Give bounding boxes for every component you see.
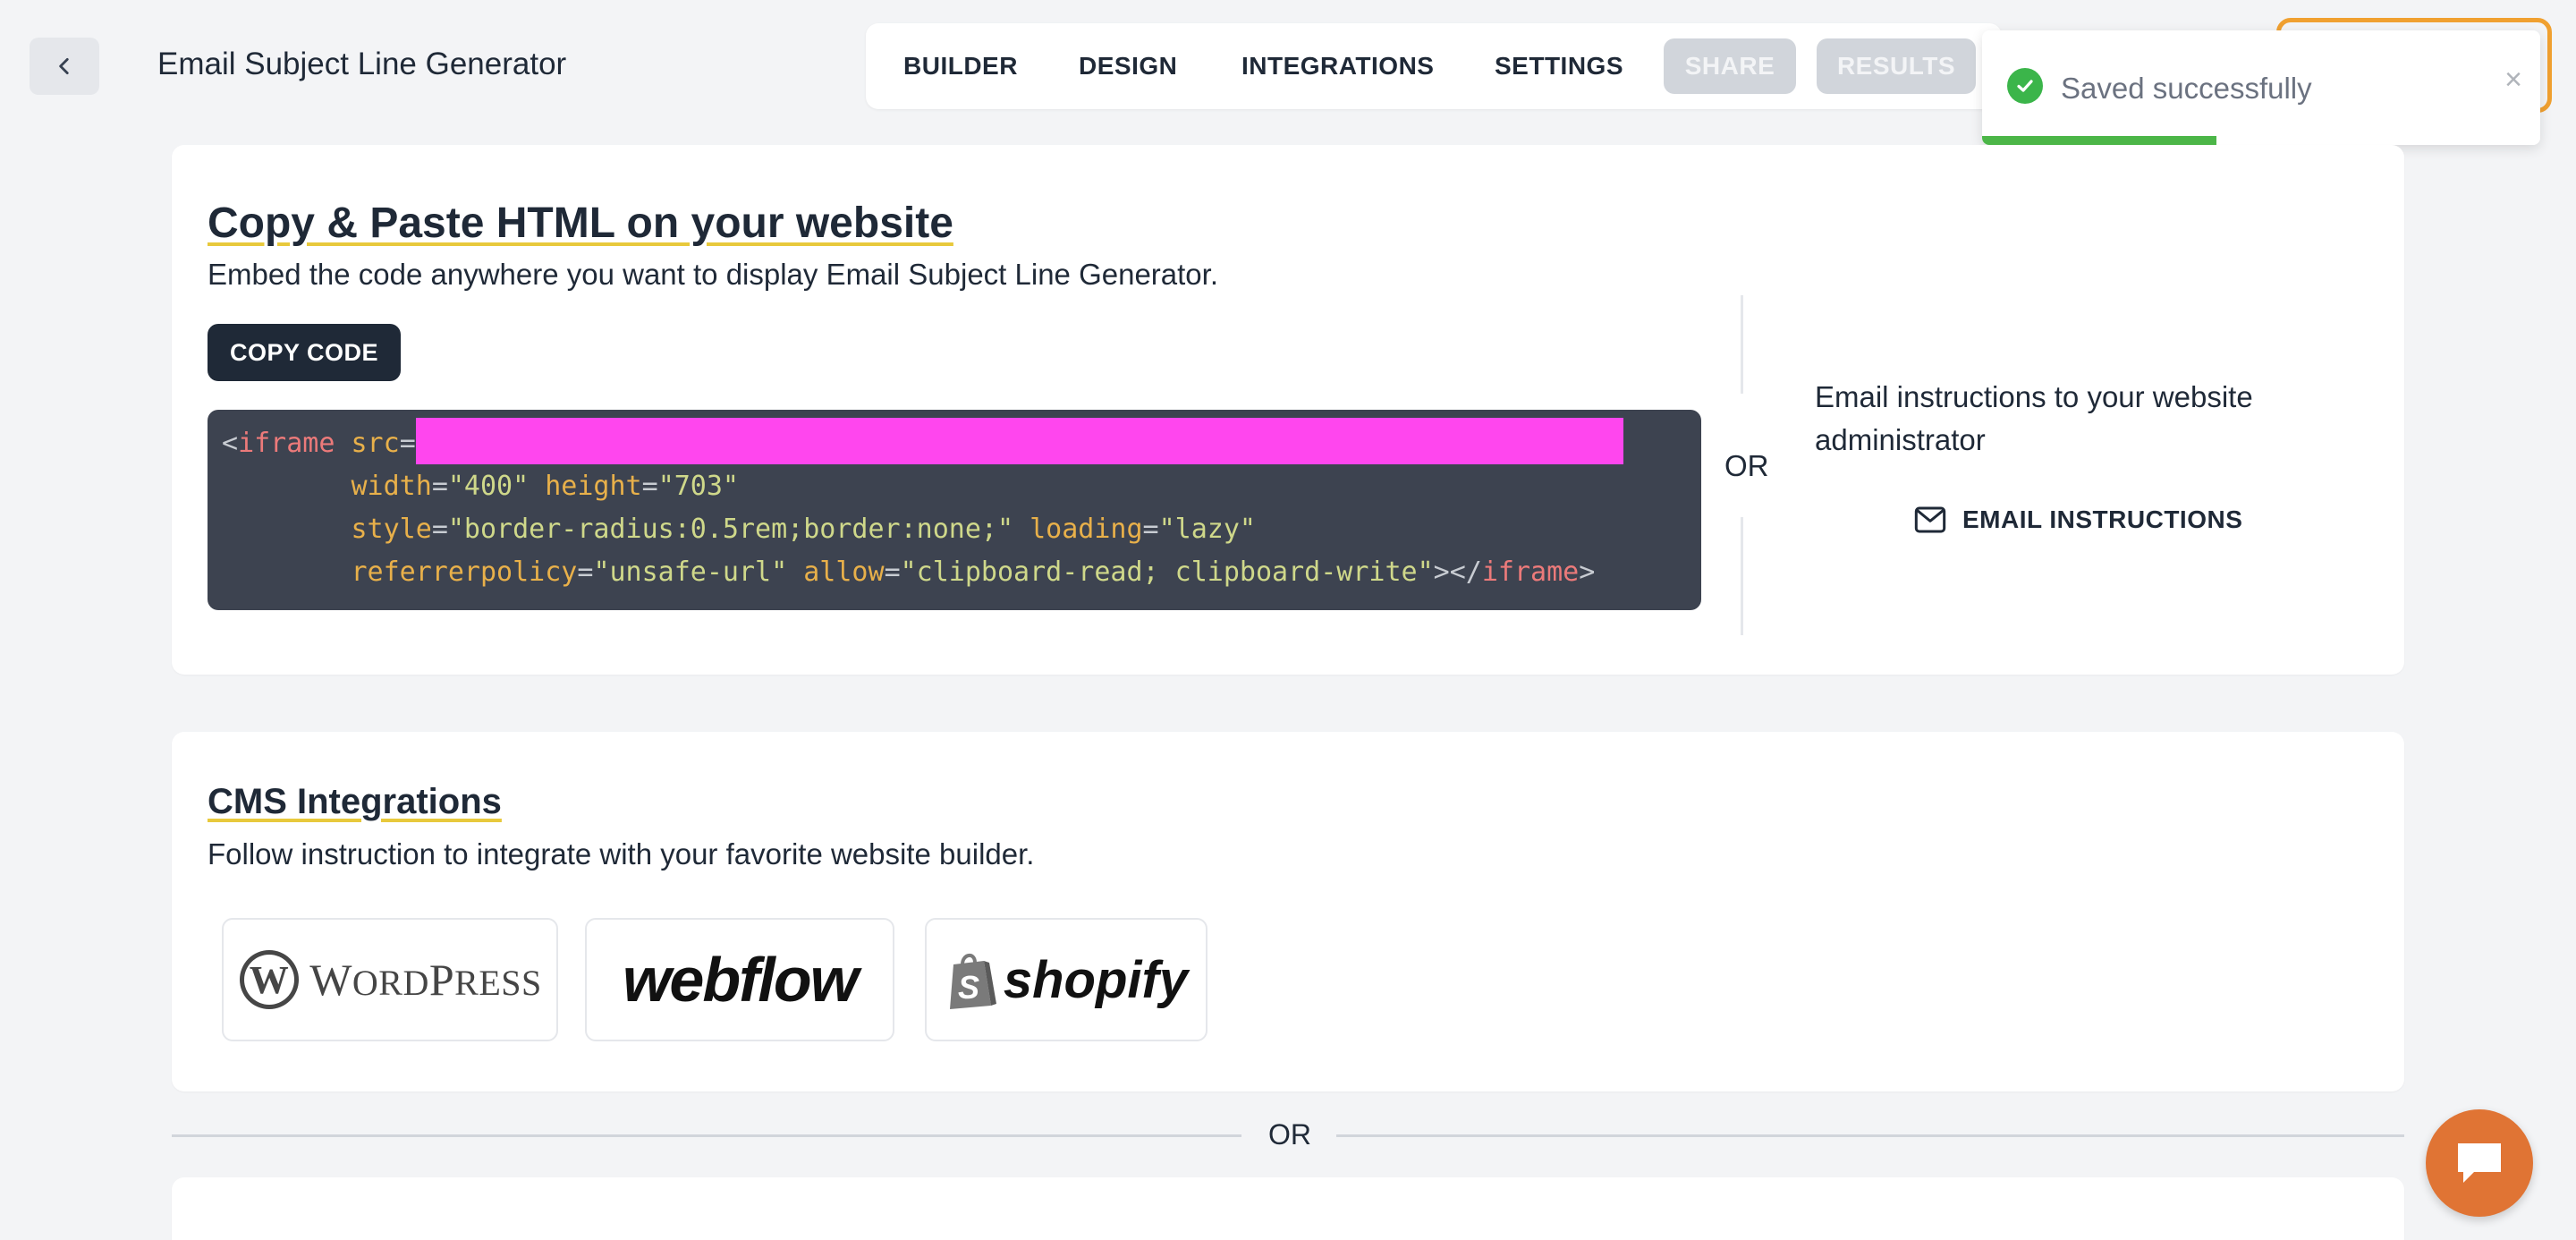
- code-attr-allow: allow: [803, 556, 885, 588]
- redacted-url: [415, 417, 1623, 464]
- vertical-divider-top: [1741, 295, 1743, 394]
- or-line-left: [172, 1134, 1241, 1137]
- tab-share[interactable]: SHARE: [1664, 38, 1796, 94]
- copy-code-button[interactable]: COPY CODE: [208, 324, 401, 381]
- svg-text:S: S: [958, 969, 979, 1006]
- or-separator: OR: [172, 1118, 2404, 1152]
- code-val-allow: "clipboard-read; clipboard-write": [900, 556, 1434, 588]
- embed-card: Copy & Paste HTML on your website Embed …: [172, 145, 2404, 675]
- page-title: Email Subject Line Generator: [157, 47, 567, 81]
- code-val-style: "border-radius:0.5rem;border:none;": [447, 514, 1014, 545]
- email-instructions-label: EMAIL INSTRUCTIONS: [1962, 505, 2243, 533]
- top-nav: BUILDER DESIGN INTEGRATIONS SETTINGS SHA…: [866, 23, 2002, 109]
- shopify-logo-button[interactable]: S shopify: [925, 918, 1208, 1041]
- wordpress-icon: W: [240, 950, 300, 1009]
- wp-letters-ord: ORD: [352, 963, 429, 1003]
- toast-progress-track: [1982, 136, 2540, 145]
- code-attr-width: width: [351, 471, 432, 502]
- code-tag-open: iframe: [238, 428, 335, 459]
- cms-subtitle: Follow instruction to integrate with you…: [208, 837, 1035, 871]
- toast-message: Saved successfully: [2061, 72, 2312, 105]
- tab-design[interactable]: DESIGN: [1079, 23, 1177, 109]
- next-card: [172, 1177, 2404, 1240]
- code-tag-close: iframe: [1481, 556, 1580, 588]
- code-attr-style: style: [351, 514, 432, 545]
- close-icon[interactable]: ×: [2504, 64, 2522, 95]
- tab-integrations[interactable]: INTEGRATIONS: [1241, 23, 1434, 109]
- toast-progress-bar: [1982, 136, 2217, 145]
- email-instructions-button[interactable]: EMAIL INSTRUCTIONS: [1914, 497, 2242, 542]
- chat-bubble-icon: [2458, 1143, 2501, 1183]
- email-instructions-text: Email instructions to your website admin…: [1815, 380, 2253, 456]
- svg-text:W: W: [250, 958, 290, 1002]
- tab-settings[interactable]: SETTINGS: [1495, 23, 1623, 109]
- embed-subtitle: Embed the code anywhere you want to disp…: [208, 258, 1218, 291]
- embed-code-block[interactable]: <iframe src= width="400" height="703" st…: [208, 410, 1701, 610]
- or-label: OR: [1724, 449, 1769, 482]
- wp-letter-p: P: [428, 955, 455, 1005]
- cms-title: CMS Integrations: [208, 782, 502, 821]
- code-attr-referrerpolicy: referrerpolicy: [351, 556, 578, 588]
- wp-letters-ress: RESS: [454, 963, 542, 1003]
- code-attr-src: src: [351, 428, 400, 459]
- back-button[interactable]: [30, 38, 99, 95]
- code-val-loading: "lazy": [1158, 514, 1256, 545]
- shopify-bag-icon: S: [949, 954, 996, 1009]
- cms-card: CMS Integrations Follow instruction to i…: [172, 732, 2404, 1091]
- wp-letter-w: W: [309, 955, 352, 1005]
- webflow-logo-button[interactable]: webflow: [585, 918, 894, 1041]
- vertical-divider-bottom: [1741, 517, 1743, 635]
- shopify-wordmark: shopify: [1003, 950, 1189, 1009]
- webflow-wordmark: webflow: [622, 945, 859, 1015]
- check-circle-icon: [2007, 68, 2043, 104]
- toast-notification: Saved successfully ×: [1982, 30, 2540, 145]
- mail-icon: [1914, 506, 1946, 533]
- code-val-referrerpolicy: "unsafe-url": [593, 556, 788, 588]
- code-attr-loading: loading: [1030, 514, 1143, 545]
- or-line-right: [1336, 1134, 2404, 1137]
- code-val-width: "400": [447, 471, 530, 502]
- or-separator-label: OR: [1268, 1118, 1311, 1151]
- code-attr-height: height: [545, 471, 642, 502]
- embed-title: Copy & Paste HTML on your website: [208, 200, 953, 247]
- tab-builder[interactable]: BUILDER: [903, 23, 1018, 109]
- code-val-height: "703": [657, 471, 739, 502]
- wordpress-logo-button[interactable]: W WORDPRESS: [222, 918, 558, 1041]
- chat-button[interactable]: [2426, 1109, 2533, 1217]
- chevron-left-icon: [59, 58, 69, 74]
- tab-results[interactable]: RESULTS: [1817, 38, 1976, 94]
